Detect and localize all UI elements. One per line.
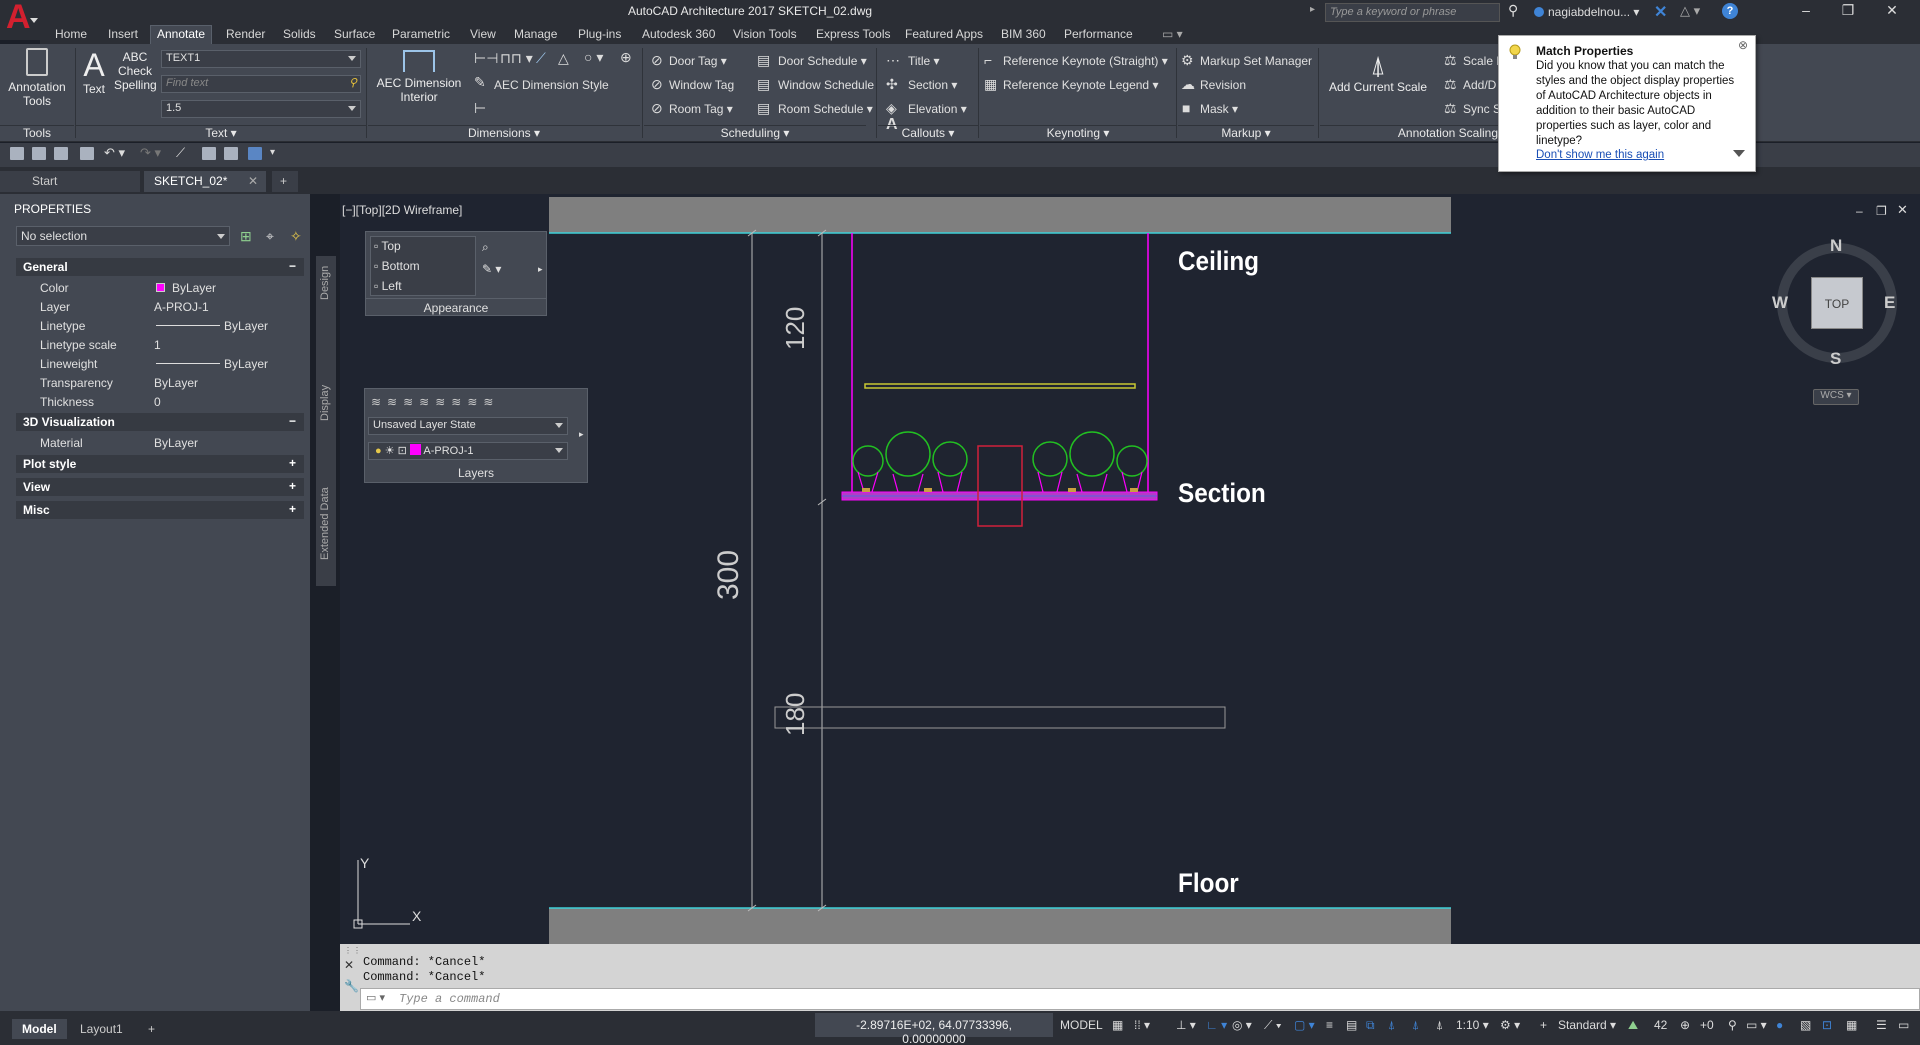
command-grip[interactable]: ⋮⋮ <box>344 946 362 955</box>
lineweight-icon[interactable]: ≡ <box>1326 1018 1333 1032</box>
infer-constraints-icon[interactable]: ∟ ▾ <box>1206 1018 1227 1032</box>
isodraft-icon[interactable]: ⟋ ▾ <box>1264 1018 1282 1033</box>
label-section[interactable]: Section <box>1178 478 1266 509</box>
workspace-gear-icon[interactable]: ⚙ ▾ <box>1500 1018 1520 1032</box>
plus-icon[interactable]: + <box>1540 1018 1547 1032</box>
customization-icon[interactable]: ☰ <box>1876 1018 1887 1032</box>
add-layout-button[interactable]: + <box>138 1019 165 1039</box>
clean-screen-icon[interactable]: ⊡ <box>1822 1018 1832 1032</box>
visual-style-icon[interactable]: ⌕ <box>482 240 489 255</box>
dim-text-300[interactable]: 300 <box>712 530 746 600</box>
layer-color-swatch <box>409 444 421 455</box>
fullscreen-icon[interactable]: ▭ <box>1898 1018 1909 1032</box>
display-config-value[interactable]: Standard ▾ <box>1558 1018 1616 1032</box>
ortho-icon[interactable]: ⊥ ▾ <box>1176 1018 1196 1032</box>
transparency-icon[interactable]: ▤ <box>1346 1018 1357 1032</box>
luminaire-bases <box>862 488 1138 492</box>
layer-state-combo[interactable]: Unsaved Layer State <box>368 417 568 435</box>
dim-text-180[interactable]: 180 <box>780 666 811 736</box>
compass-w[interactable]: W <box>1772 293 1788 313</box>
command-history: Command: *Cancel* Command: *Cancel* <box>363 955 485 985</box>
autocad-window: AutoCAD Architecture 2017 SKETCH_02.dwg … <box>0 0 1920 1045</box>
wcs-menu[interactable]: WCS ▾ <box>1813 389 1859 405</box>
layer-on-icon: ● <box>375 445 382 457</box>
snap-icon[interactable]: ⁞⁞ ▾ <box>1134 1018 1150 1032</box>
layers-expand-icon[interactable]: ▸ <box>579 429 584 440</box>
command-history-line: Command: *Cancel* <box>363 955 486 969</box>
surface-hatch-icon[interactable]: ⚲ <box>1728 1018 1737 1032</box>
view-bottom[interactable]: ▫ Bottom <box>374 259 420 273</box>
tip-body: Did you know that you can match the styl… <box>1536 60 1735 147</box>
command-history-line: Command: *Cancel* <box>363 970 486 984</box>
elevation-offset-value[interactable]: +0 <box>1700 1018 1714 1032</box>
elevation-offset-icon[interactable]: ⊕ <box>1680 1018 1690 1032</box>
isolate-icon[interactable]: ● <box>1776 1018 1783 1032</box>
tip-title: Match Properties <box>1536 44 1634 58</box>
bench-outline[interactable] <box>774 706 1226 729</box>
command-close-icon[interactable]: ✕ <box>344 958 354 972</box>
viewcube-top-face[interactable]: TOP <box>1811 277 1863 329</box>
ucs-x-label: X <box>412 908 422 924</box>
tip-expand-icon[interactable] <box>1733 150 1745 157</box>
ceiling-slab[interactable] <box>549 197 1451 233</box>
view-left[interactable]: ▫ Left <box>374 279 402 293</box>
tip-close-icon[interactable]: ⊗ <box>1738 38 1748 52</box>
command-customize-icon[interactable]: 🔧 <box>344 979 359 993</box>
appearance-title: Appearance <box>366 298 546 316</box>
green-luminaires[interactable] <box>852 431 1148 477</box>
model-space-button[interactable]: MODEL <box>1060 1018 1103 1032</box>
dim-text-120[interactable]: 120 <box>780 280 811 350</box>
cut-plane-icon[interactable]: ⛰ <box>1628 1018 1638 1033</box>
annotation-scale-icon[interactable]: ⍋ <box>1436 1018 1443 1033</box>
command-input[interactable]: Type a command <box>360 988 1920 1010</box>
hardware-acceleration-icon[interactable]: ▧ <box>1800 1018 1811 1032</box>
appearance-expand-icon[interactable]: ▸ <box>538 264 543 275</box>
label-floor[interactable]: Floor <box>1178 868 1239 899</box>
compass-s[interactable]: S <box>1830 349 1841 369</box>
layer-key-icon[interactable]: ▭ ▾ <box>1746 1018 1767 1032</box>
annotation-scale-value[interactable]: 1:10 ▾ <box>1456 1018 1489 1032</box>
view-manager-icon[interactable]: ✎ ▾ <box>482 262 501 276</box>
compass-e[interactable]: E <box>1884 293 1895 313</box>
auto-scale-icon[interactable]: ⍋ <box>1412 1018 1419 1033</box>
layers-panel: ≋≋≋≋≋≋≋≋ Unsaved Layer State ● ☀ ⊡ A-PRO… <box>364 388 588 483</box>
polar-tracking-icon[interactable]: ◎ ▾ <box>1232 1018 1252 1032</box>
view-top[interactable]: ▫ Top <box>374 239 401 253</box>
yellow-rail[interactable] <box>864 383 1136 389</box>
dont-show-again-link[interactable]: Don't show me this again <box>1536 149 1664 161</box>
annotation-visibility-icon[interactable]: ⍋ <box>1388 1018 1395 1033</box>
cut-plane-value[interactable]: 42 <box>1654 1018 1667 1032</box>
properties-toggle-icon[interactable]: ▦ <box>1846 1018 1857 1032</box>
tab-model[interactable]: Model <box>12 1019 67 1039</box>
appearance-panel: ▫ Top ▫ Bottom ▫ Left ⌕ ✎ ▾ ▸ Appearance <box>365 231 547 316</box>
coordinate-readout[interactable]: -2.89716E+02, 64.07733396, 0.00000000 <box>815 1013 1053 1045</box>
grid-icon[interactable]: ▦ <box>1112 1018 1123 1032</box>
ucs-y-label: Y <box>360 855 370 871</box>
tip-balloon: Match Properties Did you know that you c… <box>1498 35 1756 172</box>
label-ceiling[interactable]: Ceiling <box>1178 246 1259 277</box>
floor-slab[interactable] <box>549 908 1451 944</box>
lightbulb-icon <box>1509 44 1521 59</box>
selection-cycling-icon[interactable]: ⧉ <box>1366 1018 1375 1033</box>
red-fixture[interactable] <box>977 445 1023 527</box>
object-snap-icon[interactable]: ▢ ▾ <box>1294 1018 1315 1032</box>
tab-layout1[interactable]: Layout1 <box>70 1019 133 1039</box>
command-recent-icon[interactable]: ▭ ▾ <box>366 991 385 1004</box>
compass-n[interactable]: N <box>1830 236 1842 256</box>
layer-tools-icons[interactable]: ≋≋≋≋≋≋≋≋ <box>371 395 499 409</box>
current-layer-combo[interactable]: ● ☀ ⊡ A-PROJ-1 <box>368 442 568 460</box>
layers-title: Layers <box>457 466 495 480</box>
